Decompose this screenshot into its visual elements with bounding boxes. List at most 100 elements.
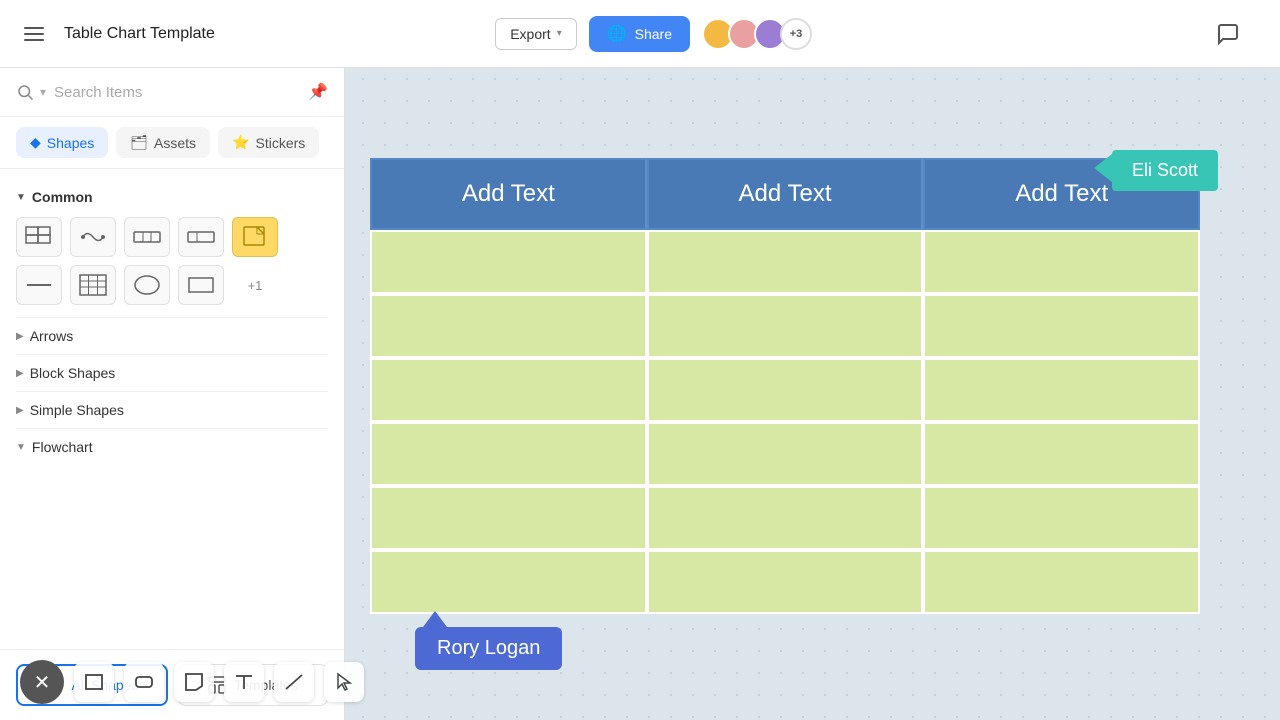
tab-assets[interactable]: 🗂 Assets xyxy=(116,127,210,158)
shape-item-rectangle[interactable] xyxy=(178,265,224,305)
menu-line xyxy=(24,27,44,29)
collaborator-avatars: +3 xyxy=(702,18,812,50)
table-body-row xyxy=(370,486,1200,550)
common-shapes-grid: +1 xyxy=(16,217,328,305)
table-header-cell[interactable]: Add Text xyxy=(370,158,647,230)
tab-stickers[interactable]: ⭐ Stickers xyxy=(218,127,319,158)
tab-shapes[interactable]: ◆ Shapes xyxy=(16,127,108,158)
table-body-cell[interactable] xyxy=(647,294,924,358)
share-button[interactable]: 🌐 Share xyxy=(589,16,690,52)
category-common-label: Common xyxy=(32,189,93,205)
category-common-header[interactable]: ▼ Common xyxy=(16,189,328,205)
avatar-overflow-count: +3 xyxy=(780,18,812,50)
export-label: Export xyxy=(510,26,550,42)
table-body-cell[interactable] xyxy=(923,486,1200,550)
category-arrows-header[interactable]: ▶ Arrows xyxy=(16,317,328,354)
menu-line xyxy=(24,39,44,41)
table-body-cell[interactable] xyxy=(923,550,1200,614)
table-body-cell[interactable] xyxy=(370,230,647,294)
collapse-arrow-icon: ▼ xyxy=(16,442,26,453)
table-body-cell[interactable] xyxy=(923,294,1200,358)
category-arrows-label: Arrows xyxy=(30,328,74,344)
assets-tab-label: Assets xyxy=(154,135,196,151)
rounded-rect-tool-button[interactable] xyxy=(124,662,164,702)
eli-scott-label: Eli Scott xyxy=(1112,150,1218,191)
assets-tab-icon: 🗂 xyxy=(130,134,148,151)
pin-icon[interactable]: 📌 xyxy=(308,82,328,102)
table-chart[interactable]: Add Text Add Text Add Text xyxy=(370,158,1200,614)
shape-tabs: ◆ Shapes 🗂 Assets ⭐ Stickers xyxy=(0,117,344,169)
search-dropdown-arrow[interactable]: ▾ xyxy=(40,85,46,99)
table-body-cell[interactable] xyxy=(370,358,647,422)
table-body-cell[interactable] xyxy=(923,358,1200,422)
table-body-cell[interactable] xyxy=(647,230,924,294)
table-body-cell[interactable] xyxy=(370,550,647,614)
table-body-cell[interactable] xyxy=(370,486,647,550)
line-tool-button[interactable] xyxy=(274,662,314,702)
category-block-shapes-label: Block Shapes xyxy=(30,365,116,381)
shape-item-ellipse[interactable] xyxy=(124,265,170,305)
shape-item[interactable] xyxy=(124,217,170,257)
shape-item-table[interactable] xyxy=(70,265,116,305)
rory-logan-label: Rory Logan xyxy=(415,627,562,670)
header-bar: Table Chart Template Export ▾ 🌐 Share +3 xyxy=(0,0,1280,68)
rectangle-tool-button[interactable] xyxy=(74,662,114,702)
table-body-row xyxy=(370,358,1200,422)
expand-arrow-icon: ▶ xyxy=(16,405,24,416)
shapes-tab-label: Shapes xyxy=(47,135,94,151)
text-tool-button[interactable] xyxy=(224,662,264,702)
expand-arrow-icon: ▶ xyxy=(16,331,24,342)
table-header-row: Add Text Add Text Add Text xyxy=(370,158,1200,230)
share-label: Share xyxy=(635,26,672,42)
table-header-cell[interactable]: Add Text xyxy=(647,158,924,230)
shape-item-sticky-note[interactable] xyxy=(232,217,278,257)
sticky-note-tool-button[interactable] xyxy=(174,662,214,702)
category-simple-shapes-label: Simple Shapes xyxy=(30,402,124,418)
stickers-tab-icon: ⭐ xyxy=(232,134,249,151)
table-body-row xyxy=(370,230,1200,294)
search-bar: ▾ 📌 xyxy=(0,68,344,117)
globe-icon: 🌐 xyxy=(607,24,627,44)
document-title: Table Chart Template xyxy=(64,25,483,43)
collapse-arrow-icon: ▼ xyxy=(16,192,26,203)
menu-line xyxy=(24,33,44,35)
category-flowchart-label: Flowchart xyxy=(32,439,93,455)
shape-item[interactable] xyxy=(16,265,62,305)
bottom-toolbar: ✕ xyxy=(20,660,364,704)
table-body-cell[interactable] xyxy=(647,422,924,486)
shape-item[interactable] xyxy=(178,217,224,257)
shape-list: ▼ Common xyxy=(0,169,344,649)
category-block-shapes-header[interactable]: ▶ Block Shapes xyxy=(16,354,328,391)
pointer-tool-button[interactable] xyxy=(324,662,364,702)
comment-button[interactable] xyxy=(1208,14,1248,54)
cursor-pointer-icon xyxy=(1094,154,1112,182)
shape-item[interactable] xyxy=(16,217,62,257)
table-body-cell[interactable] xyxy=(647,486,924,550)
export-button[interactable]: Export ▾ xyxy=(495,18,577,50)
cursor-pointer-icon xyxy=(423,611,447,627)
table-body-cell[interactable] xyxy=(370,294,647,358)
shape-item[interactable] xyxy=(70,217,116,257)
rory-logan-cursor: Rory Logan xyxy=(415,611,562,670)
close-button[interactable]: ✕ xyxy=(20,660,64,704)
category-flowchart-header[interactable]: ▼ Flowchart xyxy=(16,428,328,465)
search-input[interactable] xyxy=(54,84,300,101)
search-icon xyxy=(16,83,34,101)
shapes-tab-icon: ◆ xyxy=(30,134,41,151)
left-panel: ▾ 📌 ◆ Shapes 🗂 Assets ⭐ Stickers ▼ Commo… xyxy=(0,68,345,720)
category-simple-shapes-header[interactable]: ▶ Simple Shapes xyxy=(16,391,328,428)
table-body-cell[interactable] xyxy=(923,230,1200,294)
eli-scott-cursor: Eli Scott xyxy=(1094,150,1218,191)
expand-arrow-icon: ▶ xyxy=(16,368,24,379)
table-body-row xyxy=(370,294,1200,358)
chevron-down-icon: ▾ xyxy=(557,28,562,39)
table-body-cell[interactable] xyxy=(370,422,647,486)
table-body-cell[interactable] xyxy=(647,358,924,422)
table-body-row xyxy=(370,422,1200,486)
stickers-tab-label: Stickers xyxy=(256,135,306,151)
more-shapes-count[interactable]: +1 xyxy=(232,265,278,305)
table-body-cell[interactable] xyxy=(923,422,1200,486)
table-body-row xyxy=(370,550,1200,614)
menu-button[interactable] xyxy=(16,16,52,52)
table-body-cell[interactable] xyxy=(647,550,924,614)
